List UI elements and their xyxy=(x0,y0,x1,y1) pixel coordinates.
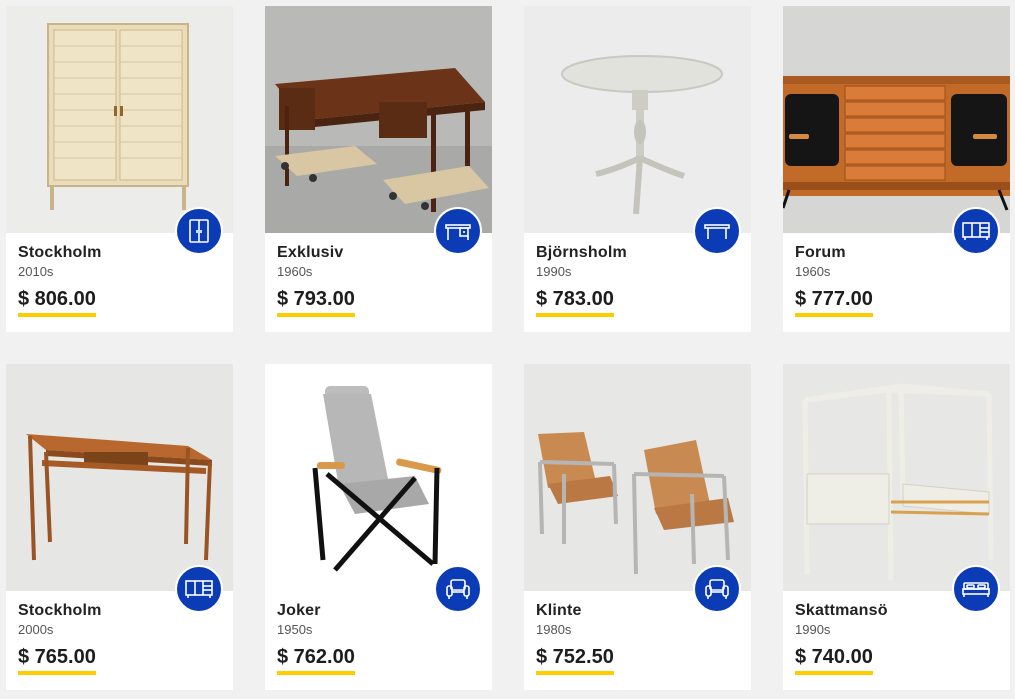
product-price: $ 765.00 xyxy=(18,646,96,675)
product-name: Björnsholm xyxy=(536,244,627,261)
product-era: 2000s xyxy=(18,622,54,637)
product-era: 1980s xyxy=(536,622,572,637)
product-name: Skattmansö xyxy=(795,602,888,619)
sideboard-icon xyxy=(175,565,223,613)
product-card[interactable]: Exklusiv 1960s $ 793.00 xyxy=(265,6,492,332)
bed-icon xyxy=(952,565,1000,613)
cabinet-icon xyxy=(175,207,223,255)
product-card[interactable]: Klinte 1980s $ 752.50 xyxy=(524,364,751,690)
product-era: 1990s xyxy=(536,264,572,279)
product-card[interactable]: Skattmansö 1990s $ 740.00 xyxy=(783,364,1010,690)
table-icon xyxy=(693,207,741,255)
product-card[interactable]: Forum 1960s $ 777.00 xyxy=(783,6,1010,332)
product-price: $ 752.50 xyxy=(536,646,614,675)
product-photo-lounge-chair[interactable] xyxy=(265,364,492,591)
product-name: Stockholm xyxy=(18,602,102,619)
product-photo-armchairs[interactable] xyxy=(524,364,751,591)
sideboard-icon xyxy=(952,207,1000,255)
product-name: Forum xyxy=(795,244,846,261)
product-card[interactable]: Björnsholm 1990s $ 783.00 xyxy=(524,6,751,332)
product-photo-desk[interactable] xyxy=(265,6,492,233)
product-photo-console[interactable] xyxy=(6,364,233,591)
product-card[interactable]: Joker 1950s $ 762.00 xyxy=(265,364,492,690)
product-photo-table[interactable] xyxy=(524,6,751,233)
product-price: $ 762.00 xyxy=(277,646,355,675)
product-photo-sideboard[interactable] xyxy=(783,6,1010,233)
product-name: Joker xyxy=(277,602,321,619)
product-era: 2010s xyxy=(18,264,54,279)
product-name: Stockholm xyxy=(18,244,102,261)
armchair-icon xyxy=(693,565,741,613)
product-price: $ 777.00 xyxy=(795,288,873,317)
product-era: 1990s xyxy=(795,622,831,637)
armchair-icon xyxy=(434,565,482,613)
product-photo-bed[interactable] xyxy=(783,364,1010,591)
product-card[interactable]: Stockholm 2000s $ 765.00 xyxy=(6,364,233,690)
product-price: $ 793.00 xyxy=(277,288,355,317)
product-price: $ 806.00 xyxy=(18,288,96,317)
product-grid: Stockholm 2010s $ 806.00 Exklusiv 1960s … xyxy=(0,0,1015,699)
product-era: 1960s xyxy=(795,264,831,279)
product-era: 1950s xyxy=(277,622,313,637)
product-photo-cabinet[interactable] xyxy=(6,6,233,233)
product-name: Exklusiv xyxy=(277,244,344,261)
desk-icon xyxy=(434,207,482,255)
product-card[interactable]: Stockholm 2010s $ 806.00 xyxy=(6,6,233,332)
product-price: $ 740.00 xyxy=(795,646,873,675)
product-price: $ 783.00 xyxy=(536,288,614,317)
product-name: Klinte xyxy=(536,602,582,619)
product-era: 1960s xyxy=(277,264,313,279)
